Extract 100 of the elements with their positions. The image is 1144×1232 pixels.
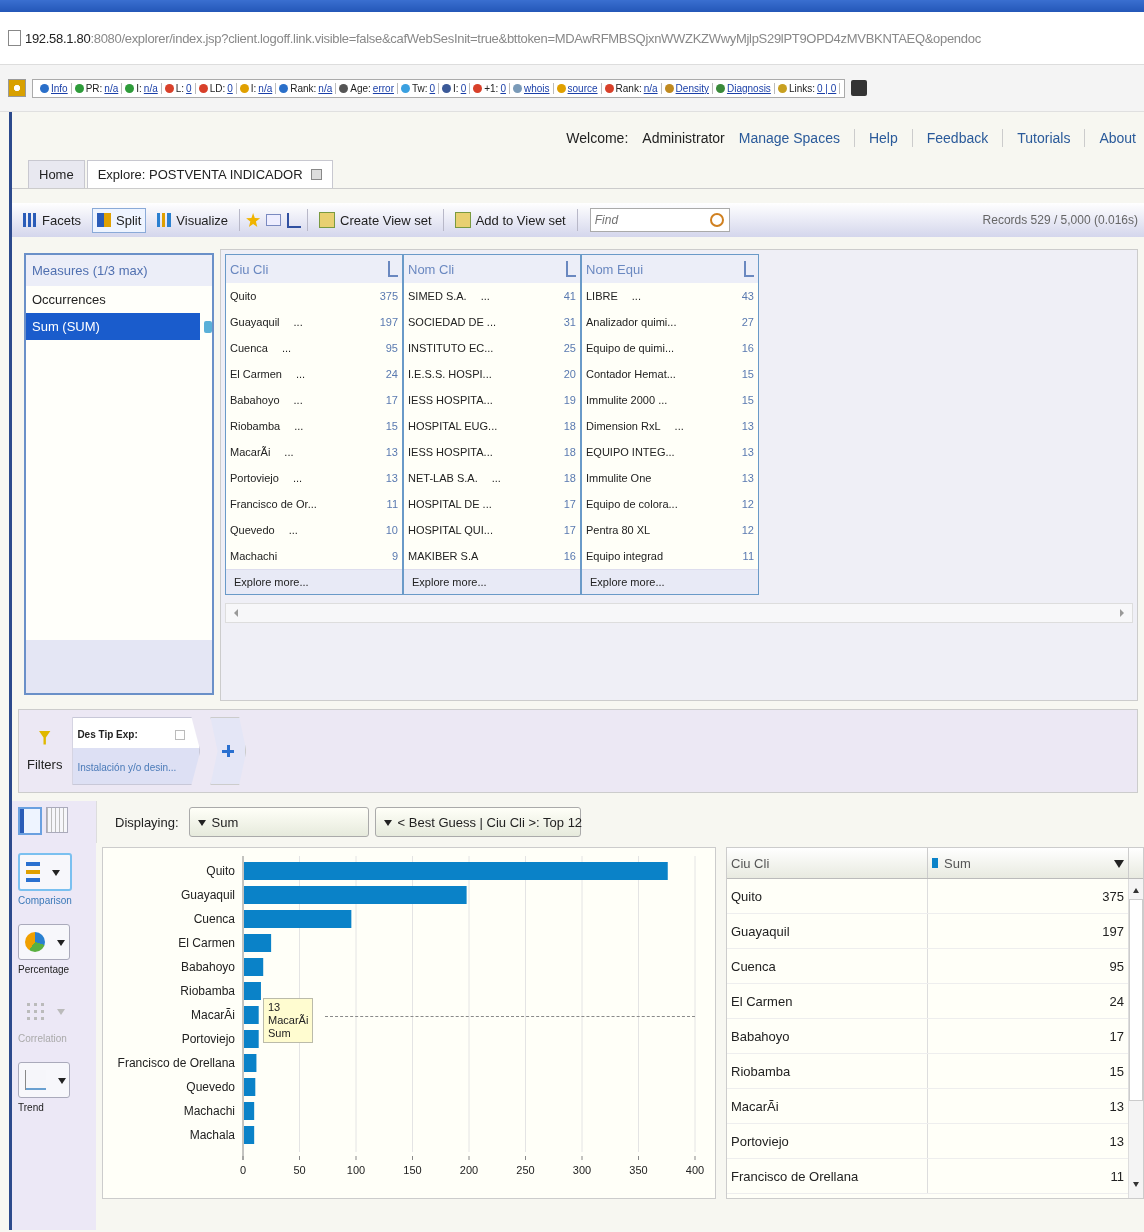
facet-value[interactable]: LIBRE bbox=[586, 290, 618, 302]
seo-link[interactable]: 0 bbox=[460, 82, 467, 94]
search-icon[interactable] bbox=[709, 213, 724, 227]
seo-link[interactable]: error bbox=[372, 82, 394, 94]
facet-count: 27 bbox=[741, 316, 754, 328]
facet-value[interactable]: SIMED S.A. bbox=[408, 290, 467, 302]
facet-value[interactable]: Cuenca bbox=[230, 342, 268, 354]
facet-count: 13 bbox=[385, 446, 398, 458]
facet-value[interactable]: Immulite 2000 ... bbox=[586, 394, 668, 406]
drag-handle-icon[interactable] bbox=[204, 321, 212, 333]
facet-value[interactable]: Dimension RxL bbox=[586, 420, 661, 432]
facet-value[interactable]: MacarÃi bbox=[230, 446, 271, 458]
facet-value[interactable]: Equipo integrad bbox=[586, 550, 664, 562]
envelope-icon[interactable] bbox=[266, 214, 282, 226]
chart-type-button[interactable] bbox=[18, 853, 72, 891]
header-link[interactable]: Tutorials bbox=[1017, 130, 1071, 146]
facet-value[interactable]: Equipo de quimi... bbox=[586, 342, 675, 354]
dropdown[interactable]: Sum bbox=[188, 807, 369, 837]
seo-link[interactable]: source bbox=[567, 82, 598, 94]
facet-count: 20 bbox=[563, 368, 576, 380]
tab[interactable]: Home bbox=[28, 160, 85, 188]
facet-value[interactable]: Pentra 80 XL bbox=[586, 524, 651, 536]
facet-value[interactable]: INSTITUTO EC... bbox=[408, 342, 494, 354]
explore-more-link[interactable]: Explore more... bbox=[404, 569, 580, 594]
facet-count: 43 bbox=[741, 290, 754, 302]
toolbar-button[interactable]: Visualize bbox=[152, 207, 234, 233]
column-header[interactable]: Sum bbox=[928, 848, 1129, 878]
facet-value[interactable]: Immulite One bbox=[586, 472, 652, 484]
header-link[interactable]: Help bbox=[868, 130, 898, 146]
seo-link[interactable]: 0 bbox=[429, 82, 436, 94]
facet-value[interactable]: EQUIPO INTEG... bbox=[586, 446, 675, 458]
tab[interactable]: Explore: POSTVENTA INDICADOR bbox=[86, 160, 333, 188]
facet-value[interactable]: Analizador quimi... bbox=[586, 316, 677, 328]
seo-link[interactable]: whois bbox=[523, 82, 550, 94]
seo-link[interactable]: Density bbox=[675, 82, 709, 94]
vertical-scrollbar[interactable] bbox=[1128, 879, 1143, 1198]
seo-link[interactable]: 0 bbox=[186, 82, 192, 94]
seo-link[interactable]: n/a bbox=[643, 82, 658, 94]
facet-value[interactable]: Contador Hemat... bbox=[586, 368, 676, 380]
seo-link[interactable]: Info bbox=[51, 82, 68, 94]
header-link[interactable]: Manage Spaces bbox=[738, 130, 840, 146]
header-link[interactable]: About bbox=[1099, 130, 1136, 146]
gear-icon[interactable] bbox=[8, 79, 26, 97]
explore-more-link[interactable]: Explore more... bbox=[226, 569, 402, 594]
toolbar-button[interactable]: Facets bbox=[18, 207, 86, 233]
toolbar-button[interactable]: Add to View set bbox=[449, 207, 571, 233]
toolbar-button[interactable]: Split bbox=[92, 207, 147, 233]
seo-link[interactable]: Diagnosis bbox=[726, 82, 771, 94]
facet-count: 18 bbox=[563, 472, 576, 484]
chart-type-button[interactable] bbox=[18, 1062, 70, 1098]
facet-value[interactable]: Babahoyo bbox=[230, 394, 280, 406]
facet-value[interactable]: Francisco de Or... bbox=[230, 498, 317, 510]
seo-link[interactable]: 0 bbox=[500, 82, 506, 94]
facet-value[interactable]: Portoviejo bbox=[230, 472, 279, 484]
circle-icon bbox=[512, 83, 522, 93]
page-icon bbox=[8, 30, 21, 46]
facet-value[interactable]: El Carmen bbox=[230, 368, 282, 380]
seo-link[interactable]: n/a bbox=[258, 82, 273, 94]
facet-count: 24 bbox=[385, 368, 398, 380]
explore-more-link[interactable]: Explore more... bbox=[582, 569, 758, 594]
facet-value[interactable]: Guayaquil bbox=[230, 316, 280, 328]
facet-value[interactable]: HOSPITAL QUI... bbox=[408, 524, 493, 536]
seo-link[interactable]: 0 | 0 bbox=[817, 82, 837, 94]
facet-value[interactable]: Machachi bbox=[230, 550, 278, 562]
seo-link[interactable]: n/a bbox=[143, 82, 158, 94]
filter-value[interactable]: Instalación y/o desin... bbox=[77, 762, 196, 773]
facet-count: 16 bbox=[563, 550, 576, 562]
search-field[interactable]: Find bbox=[589, 208, 730, 232]
seo-link[interactable]: 0 bbox=[227, 82, 233, 94]
seo-link[interactable]: n/a bbox=[318, 82, 333, 94]
seo-label: I: bbox=[136, 82, 142, 94]
bar bbox=[244, 934, 272, 952]
facet-value[interactable]: Riobamba bbox=[230, 420, 281, 432]
filter-chip[interactable]: Des Tip Exp: Instalación y/o desin... bbox=[72, 717, 201, 785]
scroll-thumb[interactable] bbox=[1129, 899, 1143, 1101]
header-link[interactable]: Feedback bbox=[926, 130, 989, 146]
chart-type-button[interactable] bbox=[18, 924, 70, 960]
dropdown[interactable]: < Best Guess | Ciu Cli >: Top 12 bbox=[374, 807, 581, 837]
toolbar-button[interactable]: Create View set bbox=[314, 207, 437, 233]
horizontal-scrollbar[interactable] bbox=[225, 603, 1133, 623]
facet-value[interactable]: SOCIEDAD DE ... bbox=[408, 316, 497, 328]
facet-value[interactable]: MAKIBER S.A bbox=[408, 550, 479, 562]
facet-value[interactable]: Quito bbox=[230, 290, 257, 302]
facet-value[interactable]: Equipo de colora... bbox=[586, 498, 678, 510]
facet-count: 31 bbox=[563, 316, 576, 328]
chart-view-icon[interactable] bbox=[18, 807, 42, 835]
facet-count: 19 bbox=[563, 394, 576, 406]
facet-value[interactable]: NET-LAB S.A. bbox=[408, 472, 478, 484]
bar bbox=[244, 958, 264, 976]
measure-item[interactable]: Occurrences bbox=[26, 286, 212, 313]
facet-value[interactable]: HOSPITAL EUG... bbox=[408, 420, 498, 432]
column-header[interactable]: Ciu Cli bbox=[727, 848, 928, 878]
facet-value[interactable]: HOSPITAL DE ... bbox=[408, 498, 492, 510]
split-icon bbox=[97, 213, 111, 227]
facet-value[interactable]: IESS HOSPITA... bbox=[408, 394, 493, 406]
facet-value[interactable]: I.E.S.S. HOSPI... bbox=[408, 368, 492, 380]
seo-link[interactable]: n/a bbox=[104, 82, 119, 94]
facet-value[interactable]: Quevedo bbox=[230, 524, 275, 536]
facet-value[interactable]: IESS HOSPITA... bbox=[408, 446, 493, 458]
chart-type-label: Percentage bbox=[18, 964, 71, 975]
